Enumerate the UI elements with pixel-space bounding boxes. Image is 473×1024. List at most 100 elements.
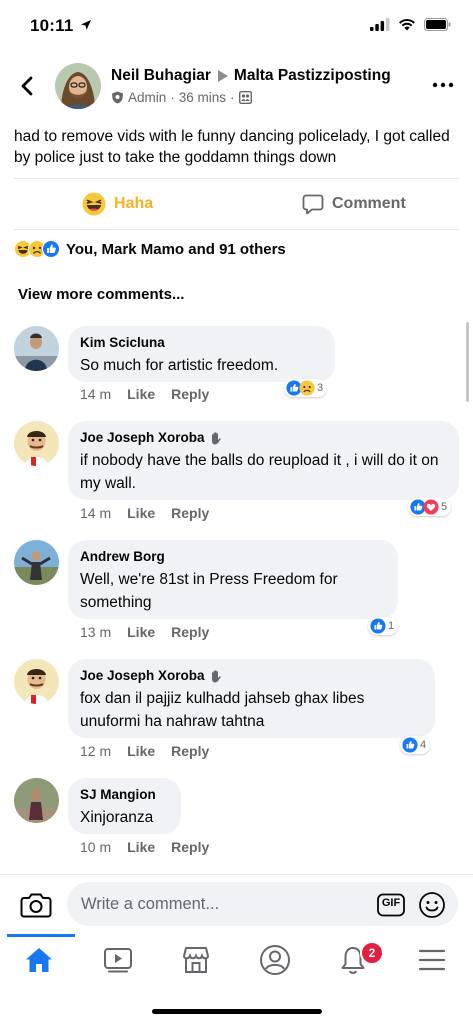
divider: [14, 178, 459, 179]
comment-author-row: Joe Joseph Xoroba: [80, 430, 447, 445]
group-members-icon: [238, 91, 252, 104]
commenter-avatar-image: [14, 778, 59, 823]
comment-author[interactable]: Joe Joseph Xoroba: [80, 430, 205, 445]
comment-bubble[interactable]: Kim Scicluna So much for artistic freedo…: [68, 326, 335, 382]
haha-emoji-icon: [82, 192, 106, 216]
comment-reactions[interactable]: 1: [368, 617, 399, 635]
tab-home[interactable]: [21, 942, 57, 978]
comment-author[interactable]: Kim Scicluna: [80, 335, 323, 350]
comment-bubble[interactable]: Joe Joseph Xoroba if nobody have the bal…: [68, 421, 459, 500]
haha-reaction-button[interactable]: Haha: [82, 191, 153, 217]
commenter-avatar-image: [14, 326, 59, 371]
comment-bubble[interactable]: Andrew Borg Well, we're 81st in Press Fr…: [68, 540, 398, 619]
divider: [14, 229, 459, 230]
post-author-name[interactable]: Neil Buhagiar: [111, 67, 211, 85]
comment-reply-button[interactable]: Reply: [171, 839, 209, 855]
emoji-button[interactable]: [418, 891, 446, 919]
commenter-avatar[interactable]: [14, 421, 59, 466]
gif-button[interactable]: GIF: [377, 893, 405, 917]
comment-reply-button[interactable]: Reply: [171, 743, 209, 759]
tab-watch[interactable]: [100, 942, 136, 978]
dot-separator: ·: [230, 90, 235, 105]
comment-meta: 14 m Like Reply: [80, 386, 209, 402]
comment-like-button[interactable]: Like: [127, 743, 155, 759]
comment-bubble[interactable]: Joe Joseph Xoroba fox dan il pajjiz kulh…: [68, 659, 435, 738]
comment-text: Xinjoranza: [80, 809, 154, 826]
reactions-summary[interactable]: You, Mark Mamo and 91 others: [14, 240, 286, 258]
back-button[interactable]: [14, 72, 42, 100]
more-options-button[interactable]: [431, 78, 455, 92]
comment-like-button[interactable]: Like: [127, 505, 155, 521]
cellular-signal-icon: [370, 18, 390, 31]
comment-reply-button[interactable]: Reply: [171, 505, 209, 521]
comment-reaction-count: 4: [420, 739, 427, 751]
like-reaction-icon: [370, 618, 386, 634]
comment-reply-button[interactable]: Reply: [171, 386, 209, 402]
tab-marketplace[interactable]: [178, 942, 214, 978]
comment-author[interactable]: SJ Mangion: [80, 787, 169, 802]
reactions-summary-text: You, Mark Mamo and 91 others: [66, 240, 286, 258]
tab-menu[interactable]: [414, 942, 450, 978]
notifications-badge: 2: [360, 941, 384, 965]
comment-time: 14 m: [80, 505, 112, 521]
comment-label: Comment: [332, 195, 406, 212]
triangle-right-icon: [217, 70, 228, 82]
like-reaction-icon: [42, 240, 60, 258]
comment-author[interactable]: Joe Joseph Xoroba: [80, 668, 205, 683]
haha-label: Haha: [114, 195, 154, 212]
view-more-comments-link[interactable]: View more comments...: [18, 286, 184, 303]
comment-like-button[interactable]: Like: [127, 386, 155, 402]
comment-text: if nobody have the balls do reupload it …: [80, 452, 439, 492]
profile-icon: [260, 945, 290, 975]
comment-button[interactable]: Comment: [302, 191, 406, 217]
smiley-icon: [419, 892, 445, 918]
comment-reply-button[interactable]: Reply: [171, 624, 209, 640]
commenter-avatar-image: [14, 540, 59, 585]
post-header-subtitle: Admin · 36 mins ·: [111, 90, 252, 105]
comment-text: Well, we're 81st in Press Freedom for so…: [80, 571, 338, 611]
comment-bubble[interactable]: SJ Mangion Xinjoranza: [68, 778, 181, 834]
location-arrow-icon: [81, 20, 92, 30]
status-time: 10:11: [30, 16, 92, 36]
gif-label: GIF: [381, 897, 401, 909]
commenter-avatar[interactable]: [14, 778, 59, 823]
hamburger-menu-icon: [418, 949, 446, 971]
comment-reaction-count: 5: [441, 501, 448, 513]
wifi-icon: [399, 18, 415, 31]
comment-reactions[interactable]: 3: [284, 379, 328, 397]
author-avatar[interactable]: [55, 63, 101, 109]
comment-time: 13 m: [80, 624, 112, 640]
comment-meta: 13 m Like Reply: [80, 624, 209, 640]
commenter-avatar-image: [14, 659, 59, 704]
active-tab-indicator: [7, 934, 75, 937]
comment-time: 12 m: [80, 743, 112, 759]
home-indicator: [152, 1009, 322, 1014]
comment-like-button[interactable]: Like: [127, 839, 155, 855]
comment-like-button[interactable]: Like: [127, 624, 155, 640]
camera-icon: [20, 893, 52, 918]
commenter-avatar[interactable]: [14, 540, 59, 585]
admin-shield-icon: [112, 91, 123, 104]
post-group-name[interactable]: Malta Pastizziposting: [234, 67, 391, 85]
commenter-avatar[interactable]: [14, 659, 59, 704]
post-role: Admin: [128, 90, 167, 105]
commenter-avatar[interactable]: [14, 326, 59, 371]
love-reaction-icon: [423, 499, 439, 515]
commenter-avatar-image: [14, 421, 59, 466]
status-icons: [370, 18, 451, 31]
comment-meta: 14 m Like Reply: [80, 505, 209, 521]
scrollbar[interactable]: [466, 322, 469, 402]
post-text: had to remove vids with le funny dancing…: [14, 128, 450, 166]
camera-button[interactable]: [20, 891, 52, 919]
tab-profile[interactable]: [257, 942, 293, 978]
comment-author[interactable]: Andrew Borg: [80, 549, 386, 564]
comment-reaction-count: 1: [388, 620, 395, 632]
comment-reactions[interactable]: 5: [408, 498, 452, 516]
dot-separator: ·: [170, 90, 175, 105]
comment-text: fox dan il pajjiz kulhadd jahseb ghax li…: [80, 690, 365, 730]
battery-icon: [424, 18, 451, 31]
sad-reaction-icon: [299, 380, 315, 396]
comment-time: 14 m: [80, 386, 112, 402]
comment-reactions[interactable]: 4: [400, 736, 431, 754]
waving-hand-icon: [211, 431, 221, 444]
